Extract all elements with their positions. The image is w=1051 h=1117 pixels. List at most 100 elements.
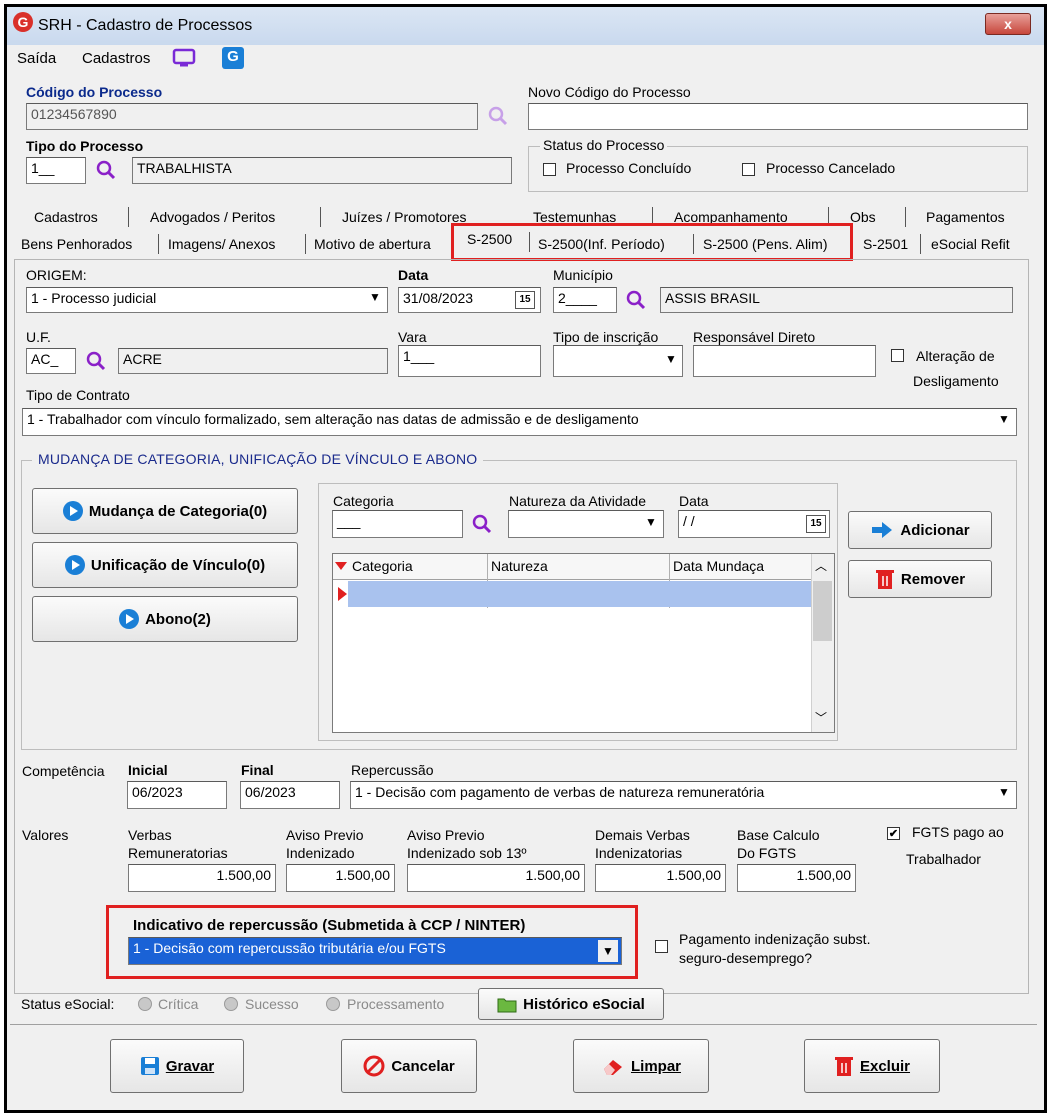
concluido-checkbox[interactable] bbox=[543, 163, 556, 176]
tab-motivo-abertura[interactable]: Motivo de abertura bbox=[314, 236, 431, 252]
scrollbar-thumb[interactable] bbox=[813, 581, 832, 641]
pagamento-checkbox[interactable] bbox=[655, 940, 668, 953]
alteracao-checkbox[interactable] bbox=[891, 349, 904, 362]
tab-separator bbox=[320, 207, 321, 227]
fgts-checkbox[interactable]: ✔ bbox=[887, 827, 900, 840]
natureza-select[interactable] bbox=[508, 510, 664, 538]
tab-label: eSocial Refit bbox=[931, 236, 1010, 252]
aviso13-label-2: Indenizado sob 13º bbox=[407, 845, 527, 861]
uf-label: U.F. bbox=[26, 329, 51, 345]
limpar-button[interactable]: Limpar bbox=[573, 1039, 709, 1093]
indicativo-label: Indicativo de repercussão (Submetida à C… bbox=[133, 917, 526, 934]
tab-advogados[interactable]: Advogados / Peritos bbox=[150, 209, 275, 225]
app-logo-icon: G bbox=[13, 12, 33, 32]
chevron-down-icon[interactable]: ▼ bbox=[995, 412, 1013, 432]
demais-input[interactable]: 1.500,00 bbox=[595, 864, 726, 892]
tab-bens-penhorados[interactable]: Bens Penhorados bbox=[21, 236, 132, 252]
chevron-down-icon[interactable]: ▼ bbox=[366, 290, 384, 310]
sucesso-radio[interactable] bbox=[224, 997, 238, 1011]
close-button[interactable]: x bbox=[985, 13, 1031, 35]
monitor-icon[interactable] bbox=[172, 48, 196, 67]
tabs-highlight-box bbox=[451, 223, 853, 261]
municipio-search-icon[interactable] bbox=[624, 288, 648, 315]
adicionar-label: Adicionar bbox=[900, 521, 970, 539]
calendar-icon[interactable]: 15 bbox=[806, 515, 826, 533]
chevron-down-icon[interactable]: ▼ bbox=[995, 785, 1013, 805]
processamento-radio[interactable] bbox=[326, 997, 340, 1011]
inicial-input[interactable]: 06/2023 bbox=[127, 781, 227, 809]
tipo-code-input[interactable]: 1__ bbox=[26, 157, 86, 184]
codigo-search-icon[interactable] bbox=[486, 104, 510, 131]
indicativo-select[interactable]: 1 - Decisão com repercussão tributária e… bbox=[128, 937, 622, 965]
sucesso-label: Sucesso bbox=[245, 996, 299, 1012]
app-g-icon[interactable]: G bbox=[222, 47, 244, 69]
cancelado-label: Processo Cancelado bbox=[766, 160, 896, 176]
categoria-label: Categoria bbox=[333, 493, 394, 509]
uf-search-icon[interactable] bbox=[84, 349, 108, 376]
grid-header-data[interactable]: Data Mundaça bbox=[673, 558, 764, 574]
menu-cadastros[interactable]: Cadastros bbox=[82, 50, 150, 67]
categoria-input[interactable]: ___ bbox=[332, 510, 463, 538]
critica-radio[interactable] bbox=[138, 997, 152, 1011]
chevron-down-icon[interactable]: ▼ bbox=[642, 515, 660, 535]
eraser-icon bbox=[603, 1060, 622, 1075]
cancelar-button[interactable]: Cancelar bbox=[341, 1039, 477, 1093]
chevron-down-icon[interactable]: ▼ bbox=[598, 940, 618, 962]
base-input[interactable]: 1.500,00 bbox=[737, 864, 856, 892]
remover-button[interactable]: Remover bbox=[848, 560, 992, 598]
adicionar-button[interactable]: Adicionar bbox=[848, 511, 992, 549]
mudanca-categoria-button[interactable]: Mudança de Categoria(0) bbox=[32, 488, 298, 534]
gravar-button[interactable]: Gravar bbox=[110, 1039, 244, 1093]
repercussao-select[interactable]: 1 - Decisão com pagamento de verbas de n… bbox=[350, 781, 1017, 809]
scroll-down-icon[interactable]: ﹀ bbox=[815, 709, 827, 726]
uf-code-input[interactable]: AC_ bbox=[26, 348, 76, 374]
tab-pagamentos[interactable]: Pagamentos bbox=[926, 209, 1005, 225]
tab-obs[interactable]: Obs bbox=[850, 209, 876, 225]
tab-s2501[interactable]: S-2501 bbox=[863, 236, 908, 252]
base-label-2: Do FGTS bbox=[737, 845, 797, 861]
categoria-search-icon[interactable] bbox=[470, 512, 494, 539]
aviso13-input[interactable]: 1.500,00 bbox=[407, 864, 585, 892]
tab-juizes[interactable]: Juízes / Promotores bbox=[342, 209, 467, 225]
tab-imagens-anexos[interactable]: Imagens/ Anexos bbox=[168, 236, 275, 252]
remover-label: Remover bbox=[900, 570, 966, 588]
tab-label: Bens Penhorados bbox=[21, 236, 133, 252]
alteracao-label-2: Desligamento bbox=[913, 373, 999, 389]
mudanca-group-title: MUDANÇA DE CATEGORIA, UNIFICAÇÃO DE VÍNC… bbox=[32, 451, 484, 467]
scroll-up-icon[interactable]: ︿ bbox=[815, 557, 827, 574]
trash-icon bbox=[875, 570, 894, 589]
excluir-button[interactable]: Excluir bbox=[804, 1039, 940, 1093]
vara-input[interactable]: 1___ bbox=[398, 345, 541, 377]
chevron-down-icon[interactable]: ▼ bbox=[662, 352, 680, 372]
fgts-label-1: FGTS pago ao bbox=[912, 824, 1004, 840]
tipo-contrato-select[interactable]: 1 - Trabalhador com vínculo formalizado,… bbox=[22, 408, 1017, 436]
data-mud-label: Data bbox=[679, 493, 709, 509]
verbas-input[interactable]: 1.500,00 bbox=[128, 864, 276, 892]
menu-saida[interactable]: Saída bbox=[17, 50, 56, 67]
novo-codigo-input[interactable] bbox=[528, 103, 1028, 130]
play-icon bbox=[119, 609, 140, 629]
municipio-code-input[interactable]: 2____ bbox=[553, 287, 617, 313]
play-icon bbox=[62, 501, 83, 521]
categoria-grid[interactable] bbox=[332, 553, 835, 733]
unificacao-vinculo-button[interactable]: Unificação de Vínculo(0) bbox=[32, 542, 298, 588]
tab-label: Motivo de abertura bbox=[314, 236, 431, 252]
historico-esocial-button[interactable]: Histórico eSocial bbox=[478, 988, 664, 1020]
aviso-input[interactable]: 1.500,00 bbox=[286, 864, 395, 892]
gravar-label: Gravar bbox=[165, 1057, 215, 1075]
final-input[interactable]: 06/2023 bbox=[240, 781, 340, 809]
cancelado-checkbox[interactable] bbox=[742, 163, 755, 176]
calendar-icon[interactable]: 15 bbox=[515, 291, 535, 309]
origem-select[interactable]: 1 - Processo judicial bbox=[26, 287, 388, 313]
tab-esocial-refit[interactable]: eSocial Refit bbox=[931, 236, 1010, 252]
tipo-inscricao-label: Tipo de inscrição bbox=[553, 329, 659, 345]
tab-cadastros[interactable]: Cadastros bbox=[34, 209, 98, 225]
abono-button[interactable]: Abono(2) bbox=[32, 596, 298, 642]
codigo-input[interactable]: 01234567890 bbox=[26, 103, 478, 130]
tipo-search-icon[interactable] bbox=[94, 158, 118, 185]
grid-selected-row[interactable] bbox=[348, 581, 811, 607]
grid-header-categoria[interactable]: Categoria bbox=[352, 558, 413, 574]
responsavel-input[interactable] bbox=[693, 345, 876, 377]
unificacao-vinculo-label: Unificação de Vínculo(0) bbox=[90, 556, 266, 574]
grid-header-natureza[interactable]: Natureza bbox=[491, 558, 548, 574]
